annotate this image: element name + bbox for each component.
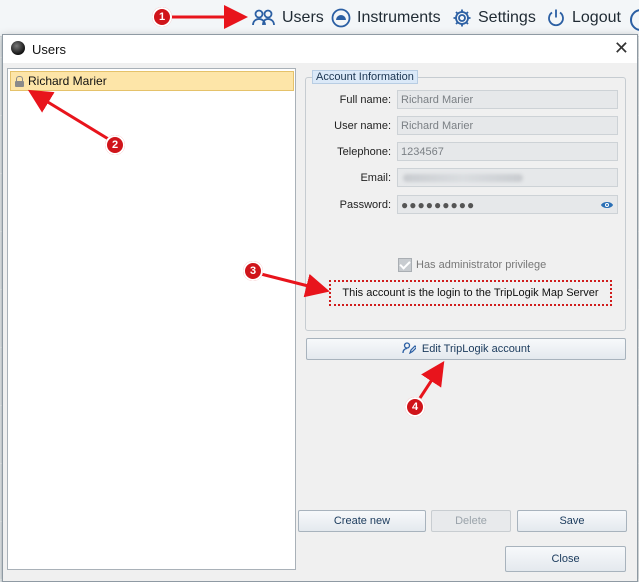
full-name-value: Richard Marier (401, 93, 474, 106)
account-info-legend: Account Information (312, 70, 418, 84)
telephone-label: Telephone: (337, 146, 391, 158)
close-button[interactable]: Close (505, 546, 626, 572)
top-toolbar: Users Instruments Settings Logout (0, 0, 639, 37)
login-note-text: This account is the login to the TripLog… (342, 287, 599, 299)
annotation-badge-1: 1 (152, 7, 172, 27)
full-name-label: Full name: (339, 94, 391, 106)
password-field[interactable]: ●●●●●●●●● (397, 195, 618, 214)
dialog-titlebar: Users ✕ (3, 35, 637, 63)
edit-triplogik-account-label: Edit TripLogik account (421, 343, 531, 355)
user-name: Richard Marier (28, 74, 107, 88)
partial-icon[interactable] (630, 9, 639, 31)
annotation-badge-4: 4 (405, 397, 425, 417)
close-icon[interactable]: ✕ (614, 38, 629, 58)
save-button[interactable]: Save (517, 510, 627, 532)
email-blurred-value (403, 173, 523, 182)
app-icon (11, 41, 25, 55)
admin-privilege-checkbox[interactable]: Has administrator privilege (398, 258, 546, 272)
annotation-badge-3: 3 (243, 261, 263, 281)
nav-settings-label: Settings (478, 9, 536, 26)
list-item[interactable]: Richard Marier (10, 71, 294, 91)
telephone-value: 1234567 (401, 145, 444, 158)
email-field[interactable] (397, 168, 618, 187)
user-edit-icon (402, 341, 418, 357)
user-name-value: Richard Marier (401, 119, 474, 132)
annotation-badge-2: 2 (105, 135, 125, 155)
nav-users[interactable]: Users (252, 0, 324, 36)
password-label: Password: (339, 199, 391, 211)
user-name-label: User name: (334, 120, 391, 132)
email-label: Email: (360, 172, 391, 184)
nav-logout-label: Logout (572, 9, 621, 26)
create-new-button[interactable]: Create new (298, 510, 426, 532)
power-icon (546, 8, 566, 28)
nav-instruments-label: Instruments (357, 9, 441, 26)
checkbox-checked-icon (398, 258, 412, 272)
gear-icon (452, 8, 472, 28)
password-value: ●●●●●●●●● (401, 197, 476, 212)
lock-icon (15, 75, 24, 87)
dialog-title: Users (32, 42, 66, 57)
nav-users-label: Users (282, 9, 324, 26)
delete-button[interactable]: Delete (431, 510, 511, 532)
users-icon (252, 9, 276, 27)
edit-triplogik-account-button[interactable]: Edit TripLogik account (306, 338, 626, 360)
nav-logout[interactable]: Logout (546, 0, 621, 36)
full-name-field[interactable]: Richard Marier (397, 90, 618, 109)
admin-privilege-label: Has administrator privilege (416, 259, 547, 271)
user-list[interactable]: Richard Marier (7, 68, 296, 570)
eye-icon[interactable] (600, 200, 614, 213)
nav-instruments[interactable]: Instruments (331, 0, 441, 36)
telephone-field[interactable]: 1234567 (397, 142, 618, 161)
login-note: This account is the login to the TripLog… (329, 280, 612, 306)
user-name-field[interactable]: Richard Marier (397, 116, 618, 135)
nav-settings[interactable]: Settings (452, 0, 536, 36)
gauge-icon (331, 8, 351, 28)
